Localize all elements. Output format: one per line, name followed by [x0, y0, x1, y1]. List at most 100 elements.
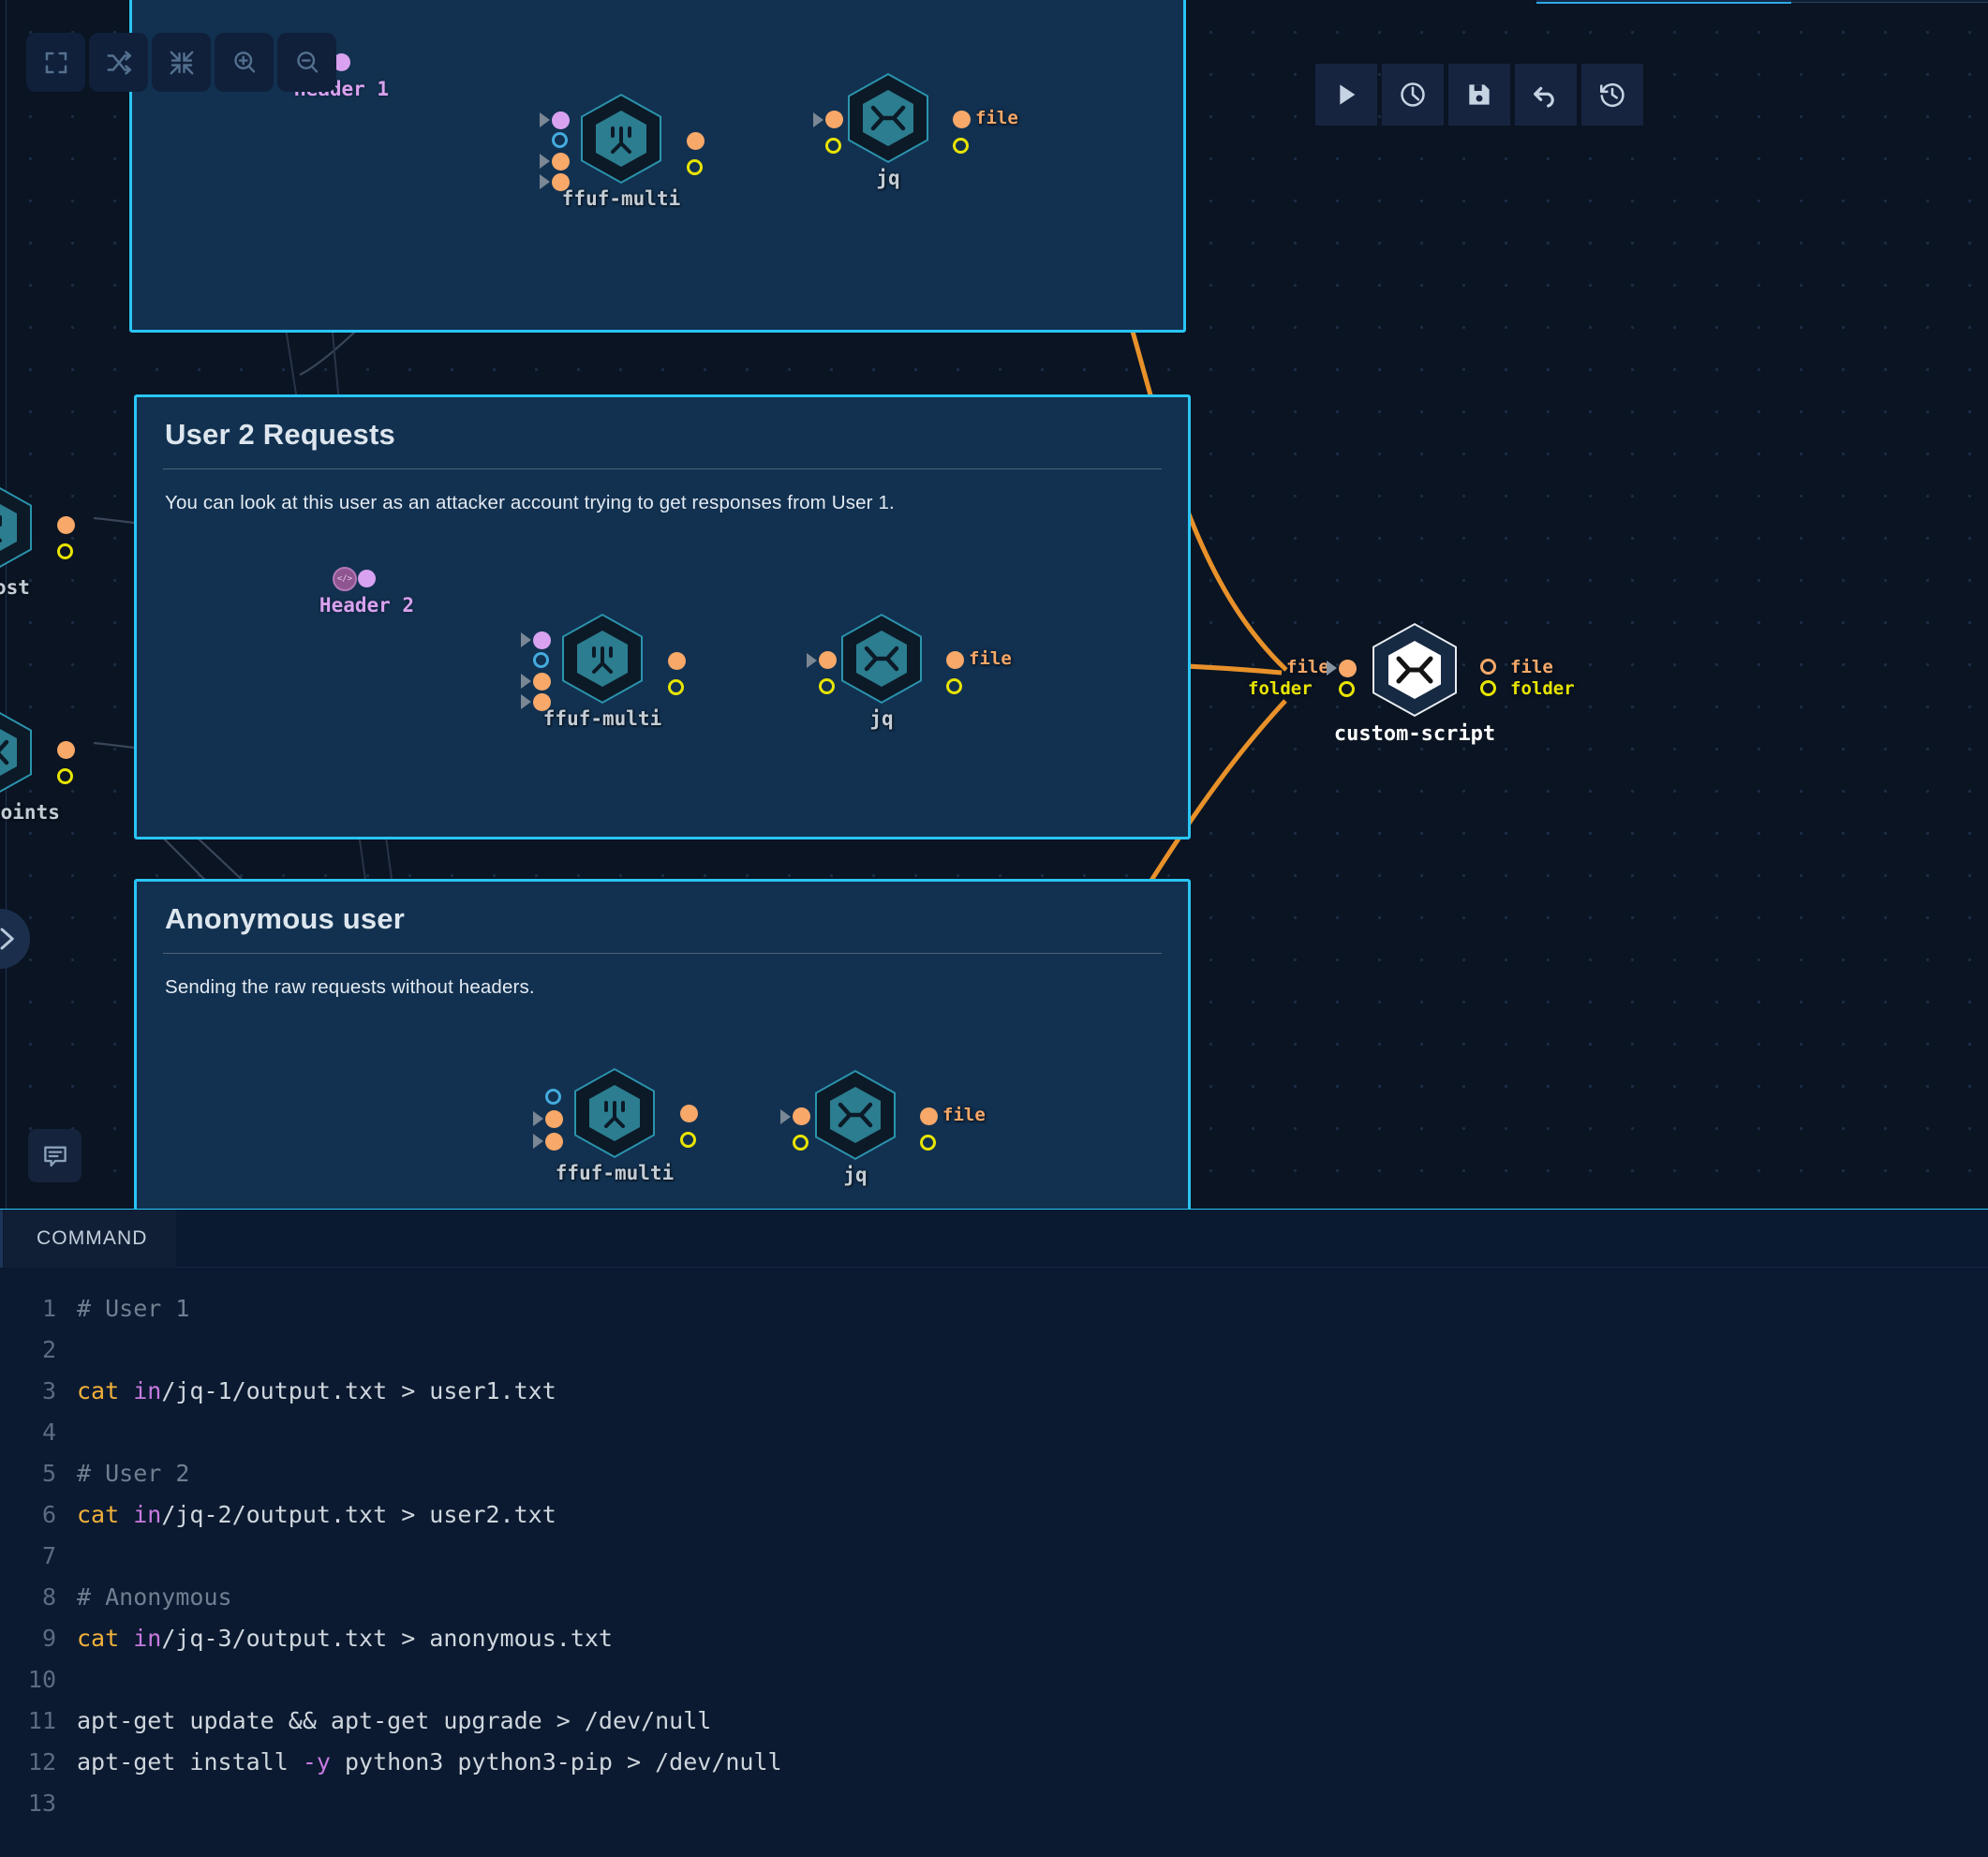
group-user2[interactable]: User 2 Requests You can look at this use… — [134, 394, 1191, 839]
code-token: # User 2 — [77, 1460, 190, 1487]
editor-line[interactable]: 12 apt-get install -y python3 python3-pip… — [0, 1742, 1988, 1783]
shuffle-layout-button[interactable] — [89, 33, 148, 92]
output-port-file[interactable] — [668, 652, 686, 670]
output-port-folder[interactable] — [680, 1132, 696, 1148]
node-jq-anonymous[interactable]: jq file — [780, 1070, 986, 1186]
input-port-folder[interactable] — [793, 1135, 809, 1151]
output-port-folder[interactable] — [57, 768, 73, 784]
output-port-folder[interactable] — [946, 678, 962, 694]
input-port-folder[interactable] — [825, 138, 841, 154]
editor-line[interactable]: 11 apt-get update && apt-get upgrade > /d… — [0, 1701, 1988, 1742]
editor-line[interactable]: 7 — [0, 1536, 1988, 1577]
input-arrow-icon — [533, 1134, 543, 1149]
output-port-label-folder: folder — [1510, 678, 1575, 699]
node-ffuf-multi-user1[interactable]: ffuf-multi — [540, 94, 705, 210]
input-port-wordlist[interactable] — [533, 672, 551, 691]
input-port-folder[interactable] — [1339, 681, 1355, 697]
save-button[interactable] — [1448, 64, 1510, 126]
input-port-headers[interactable] — [552, 111, 570, 129]
zoom-out-button[interactable] — [277, 33, 336, 92]
input-port-file[interactable] — [1339, 659, 1357, 677]
header-output-port[interactable] — [358, 570, 376, 587]
input-port-folder[interactable] — [819, 678, 835, 694]
input-port-config[interactable] — [533, 652, 549, 668]
node-header-2[interactable]: </> Header 2 — [319, 567, 414, 617]
input-arrow-icon — [521, 694, 531, 709]
input-port-target[interactable] — [545, 1132, 563, 1151]
jq-mask-icon — [815, 1070, 896, 1160]
output-port-folder[interactable] — [687, 159, 703, 175]
ffuf-fork-icon — [0, 483, 32, 572]
node-custom-script[interactable]: custom-script file folder file folder — [1248, 623, 1575, 746]
node-ffuf-multi-user2[interactable]: ffuf-multi — [521, 614, 686, 730]
input-arrow-icon — [813, 112, 823, 127]
node-jq-user1[interactable]: jq file — [813, 73, 1018, 189]
output-port-file[interactable] — [57, 516, 75, 534]
output-port-file[interactable] — [680, 1105, 698, 1122]
history-button[interactable] — [1581, 64, 1643, 126]
node-offscreen-host[interactable]: ost — [0, 483, 75, 599]
editor-line[interactable]: 4 — [0, 1412, 1988, 1453]
input-port-config[interactable] — [552, 132, 568, 148]
editor-line[interactable]: 10 — [0, 1659, 1988, 1701]
editor-line[interactable]: 1 # User 1 — [0, 1288, 1988, 1330]
editor-line[interactable]: 6 cat in/jq-2/output.txt > user2.txt — [0, 1494, 1988, 1536]
output-port-folder[interactable] — [920, 1135, 936, 1151]
zoom-in-button[interactable] — [215, 33, 274, 92]
undo-button[interactable] — [1515, 64, 1577, 126]
fit-view-button[interactable] — [26, 33, 85, 92]
node-jq-user2[interactable]: jq file — [807, 614, 1012, 730]
editor-line[interactable]: 2 — [0, 1330, 1988, 1371]
schedule-button[interactable] — [1382, 64, 1444, 126]
command-editor[interactable]: 1 # User 1 2 3 cat in/jq-1/output.txt > user… — [0, 1268, 1988, 1857]
output-port-file[interactable] — [920, 1107, 938, 1125]
node-label: jq — [869, 707, 894, 730]
editor-line[interactable]: 5 # User 2 — [0, 1453, 1988, 1494]
editor-line[interactable]: 9 cat in/jq-3/output.txt > anonymous.txt — [0, 1618, 1988, 1659]
input-port-config[interactable] — [545, 1089, 561, 1105]
output-port-file[interactable] — [953, 111, 971, 128]
output-port-file[interactable] — [57, 741, 75, 759]
node-offscreen-endpoints[interactable]: points — [0, 707, 75, 824]
line-number: 1 — [41, 1295, 56, 1322]
line-content: # User 2 — [77, 1453, 189, 1494]
input-port-wordlist[interactable] — [552, 152, 570, 171]
run-button[interactable] — [1315, 64, 1377, 126]
node-ffuf-multi-anonymous[interactable]: ffuf-multi — [533, 1068, 698, 1184]
input-port-target[interactable] — [533, 692, 551, 711]
code-token: /jq-3/output.txt > anonymous.txt — [161, 1625, 613, 1652]
output-port-file[interactable] — [946, 651, 964, 669]
input-arrow-icon — [1327, 661, 1337, 676]
output-port-folder[interactable] — [1480, 680, 1496, 696]
code-token: python3 python3-pip > /dev/null — [330, 1748, 782, 1775]
input-port-file[interactable] — [819, 651, 837, 669]
input-port-headers[interactable] — [533, 631, 551, 649]
editor-line[interactable]: 13 — [0, 1783, 1988, 1824]
group-anonymous[interactable]: Anonymous user Sending the raw requests … — [134, 879, 1191, 1209]
editor-line[interactable]: 3 cat in/jq-1/output.txt > user1.txt — [0, 1371, 1988, 1412]
node-hexagon — [562, 614, 643, 704]
node-hexagon — [0, 483, 32, 572]
collapse-button[interactable] — [152, 33, 211, 92]
input-arrow-icon — [780, 1109, 791, 1124]
output-port-folder[interactable] — [953, 138, 969, 154]
add-note-button[interactable] — [28, 1129, 82, 1182]
input-port-target[interactable] — [552, 172, 570, 191]
ffuf-fork-icon — [581, 94, 661, 184]
play-icon — [1340, 84, 1356, 105]
line-number: 8 — [41, 1583, 56, 1611]
fit-screen-icon — [45, 52, 67, 73]
workflow-canvas[interactable]: User 1 Requests You can look at this use… — [0, 0, 1988, 1209]
output-port-folder[interactable] — [57, 543, 73, 559]
output-port-file[interactable] — [1480, 659, 1496, 675]
output-port-file[interactable] — [687, 132, 705, 150]
tab-command[interactable]: COMMAND — [4, 1210, 176, 1268]
input-arrow-icon — [521, 674, 531, 689]
output-port-folder[interactable] — [668, 679, 684, 695]
input-arrow-icon — [540, 174, 550, 189]
input-port-file[interactable] — [793, 1107, 810, 1125]
input-port-file[interactable] — [825, 111, 843, 128]
input-port-wordlist[interactable] — [545, 1109, 563, 1128]
editor-line[interactable]: 8 # Anonymous — [0, 1577, 1988, 1618]
